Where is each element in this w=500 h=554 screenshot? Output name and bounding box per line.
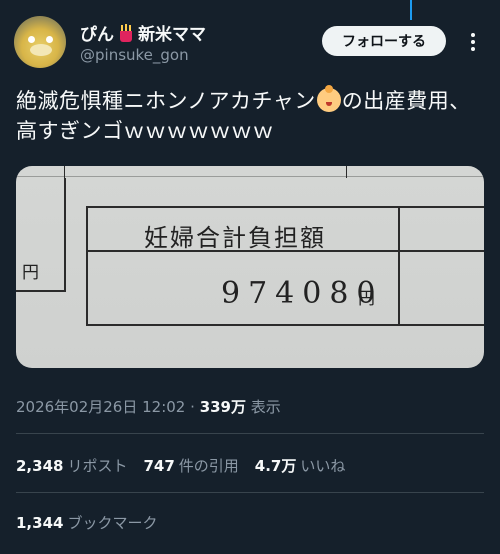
tweet-photo[interactable]: 妊婦合計負担額 974080 円 円: [16, 166, 484, 368]
fries-icon: [117, 23, 135, 42]
avatar-eye-left: [28, 36, 35, 43]
photo-currency-left: 円: [22, 263, 39, 283]
quotes-label: 件の引用: [178, 457, 239, 475]
views-label: 表示: [250, 398, 281, 416]
likes-stat[interactable]: 4.7万 いいね: [255, 455, 346, 476]
user-handle[interactable]: @pinsuke_gon: [80, 46, 189, 64]
stats-row: 2,348 リポスト 747 件の引用 4.7万 いいね: [16, 455, 345, 476]
timestamp-row: 2026年02月26日 12:02 · 339万 表示: [16, 396, 281, 417]
bookmarks-stat[interactable]: 1,344 ブックマーク: [16, 512, 157, 533]
divider: [16, 492, 484, 493]
display-name-suffix[interactable]: 新米ママ: [138, 20, 206, 45]
follow-button[interactable]: フォローする: [322, 26, 446, 56]
avatar-beak: [30, 44, 52, 56]
photo-line: [398, 206, 400, 326]
tweet-text: 絶滅危惧種ニホンノアカチャン の出産費用、高すぎンゴｗｗｗｗｗｗｗ: [16, 85, 486, 146]
photo-line: [16, 176, 484, 177]
baby-icon: [316, 85, 341, 112]
views-count: 339万: [199, 398, 246, 416]
display-name-prefix[interactable]: ぴん: [80, 20, 114, 45]
divider: [16, 433, 484, 434]
photo-line: [64, 166, 65, 178]
photo-line: [86, 206, 88, 326]
display-name-row[interactable]: ぴん 新米ママ: [80, 20, 206, 45]
tweet-text-before: 絶滅危惧種ニホンノアカチャン: [16, 89, 316, 113]
photo-label: 妊婦合計負担額: [144, 224, 326, 252]
photo-line: [346, 166, 347, 178]
photo-line: [64, 178, 66, 292]
avatar[interactable]: [14, 16, 66, 68]
quotes-count: 747: [143, 457, 175, 475]
more-icon[interactable]: [466, 30, 480, 51]
photo-line: [86, 206, 484, 208]
reposts-count: 2,348: [16, 457, 64, 475]
reposts-label: リポスト: [67, 457, 128, 475]
timestamp[interactable]: 2026年02月26日 12:02: [16, 398, 185, 416]
likes-count: 4.7万: [254, 457, 297, 475]
tweet-header: ぴん 新米ママ @pinsuke_gon フォローする: [0, 0, 500, 80]
quotes-stat[interactable]: 747 件の引用: [143, 455, 238, 476]
meta-separator: ·: [190, 398, 195, 416]
bookmarks-label: ブックマーク: [67, 514, 158, 532]
avatar-eye-right: [46, 36, 53, 43]
photo-line: [16, 290, 66, 292]
reposts-stat[interactable]: 2,348 リポスト: [16, 455, 127, 476]
likes-label: いいね: [300, 457, 346, 475]
bookmarks-count: 1,344: [16, 514, 64, 532]
photo-line: [88, 324, 484, 326]
photo-currency: 円: [358, 289, 375, 309]
